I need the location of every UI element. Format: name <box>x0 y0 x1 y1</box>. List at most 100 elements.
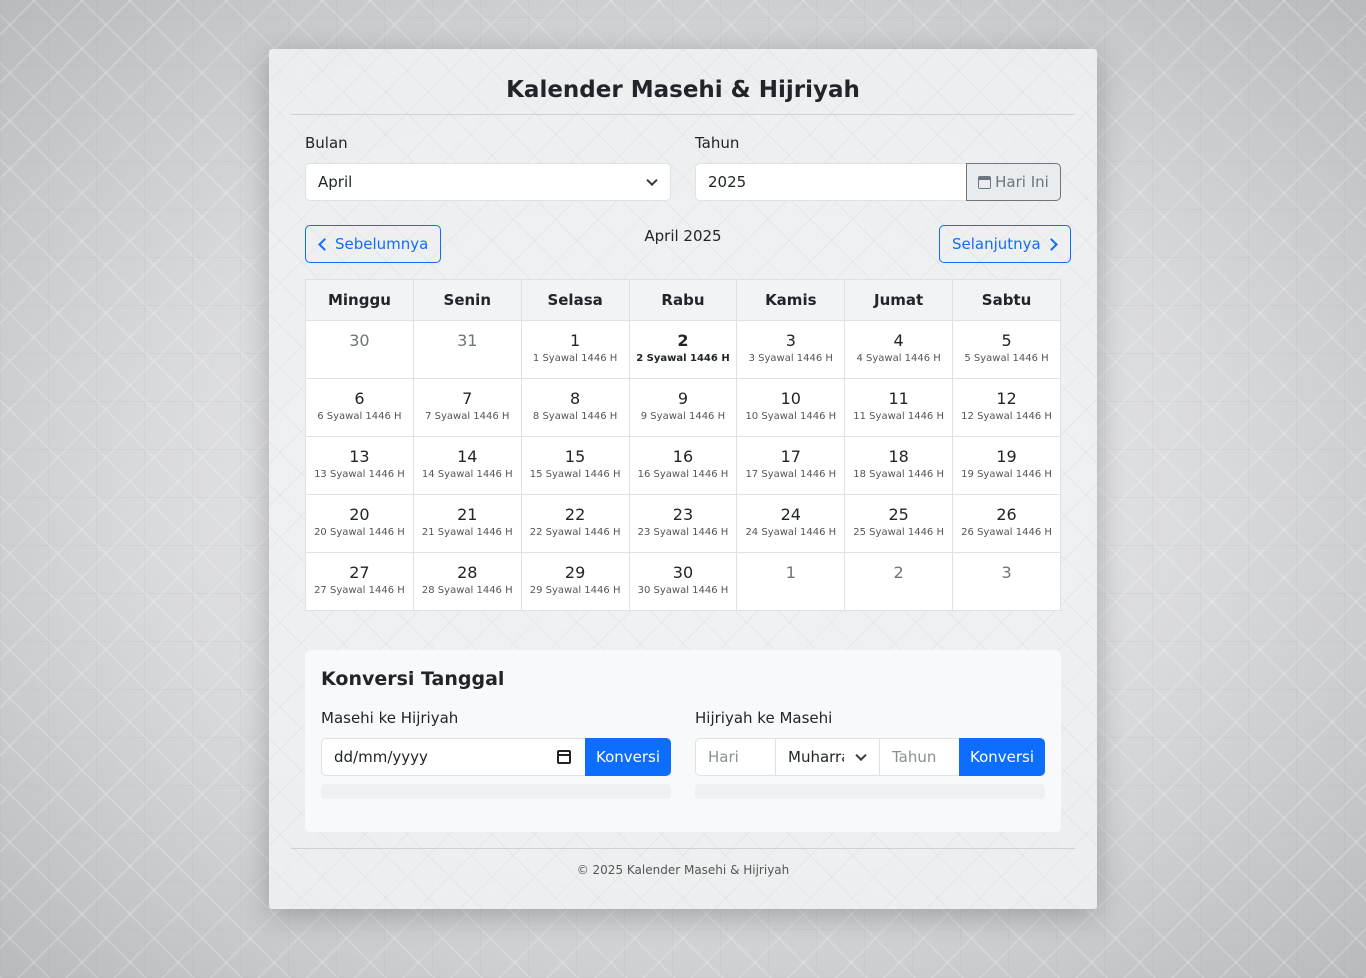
month-select-value: April <box>318 173 353 191</box>
m2h-date-placeholder: dd/mm/yyyy <box>334 748 428 766</box>
calendar-day-cell[interactable]: 16 16 Syawal 1446 H <box>628 436 738 495</box>
gregorian-day: 1 <box>785 563 796 582</box>
calendar-day-cell[interactable]: 4 4 Syawal 1446 H <box>844 320 954 379</box>
hijri-date: 14 Syawal 1446 H <box>421 469 513 480</box>
hijri-date: 2 Syawal 1446 H <box>636 353 730 364</box>
chevron-down-icon <box>855 749 867 762</box>
h2m-convert-button[interactable]: Konversi <box>959 738 1045 776</box>
today-button[interactable]: Hari Ini <box>966 163 1061 201</box>
calendar-day-cell[interactable]: 31 <box>412 320 522 379</box>
conversion-title: Konversi Tanggal <box>321 668 505 690</box>
hijri-date: 17 Syawal 1446 H <box>745 469 837 480</box>
gregorian-day: 20 <box>349 505 370 524</box>
gregorian-day: 15 <box>564 447 586 466</box>
calendar-day-cell[interactable]: 8 8 Syawal 1446 H <box>520 378 630 437</box>
hijri-date: 20 Syawal 1446 H <box>314 527 405 538</box>
gregorian-day: 17 <box>780 447 801 466</box>
gregorian-day: 3 <box>1001 563 1012 582</box>
h2m-month-select[interactable]: Muharram <box>775 738 880 776</box>
hijri-date: 27 Syawal 1446 H <box>314 585 405 596</box>
calendar-icon[interactable] <box>557 750 571 764</box>
weekday-header: Kamis <box>736 279 846 321</box>
calendar-icon <box>978 175 992 189</box>
calendar-day-cell[interactable]: 25 25 Syawal 1446 H <box>844 494 954 553</box>
h2m-year-input[interactable]: Tahun <box>879 738 960 776</box>
weekday-header: Sabtu <box>952 279 1061 321</box>
hijri-date: 29 Syawal 1446 H <box>529 585 621 596</box>
weekday-header-row: Minggu Senin Selasa Rabu Kamis Jumat Sab… <box>305 279 1061 321</box>
hijri-date: 10 Syawal 1446 H <box>745 411 837 422</box>
gregorian-day: 11 <box>888 389 909 408</box>
calendar-day-cell[interactable]: 7 7 Syawal 1446 H <box>412 378 522 437</box>
footer-text: © 2025 Kalender Masehi & Hijriyah <box>576 863 790 877</box>
h2m-month-value: Muharram <box>788 748 844 766</box>
gregorian-day: 12 <box>996 389 1017 408</box>
calendar-day-cell[interactable]: 15 15 Syawal 1446 H <box>520 436 630 495</box>
calendar-day-cell[interactable]: 27 27 Syawal 1446 H <box>305 552 414 611</box>
h2m-day-input[interactable]: Hari <box>695 738 776 776</box>
calendar-day-cell[interactable]: 1 1 Syawal 1446 H <box>520 320 630 379</box>
calendar-day-cell[interactable]: 28 28 Syawal 1446 H <box>412 552 522 611</box>
hijri-date: 28 Syawal 1446 H <box>421 585 513 596</box>
hijri-date: 16 Syawal 1446 H <box>637 469 729 480</box>
calendar-day-cell[interactable]: 14 14 Syawal 1446 H <box>412 436 522 495</box>
calendar-week-row: 6 6 Syawal 1446 H 7 7 Syawal 1446 H 8 8 Syawa… <box>305 378 1061 437</box>
m2h-date-input[interactable]: dd/mm/yyyy <box>321 738 586 776</box>
calendar-day-cell[interactable]: 26 26 Syawal 1446 H <box>952 494 1061 553</box>
calendar-card: Kalender Masehi & Hijriyah Bulan April T… <box>269 49 1097 909</box>
calendar-day-cell[interactable]: 19 19 Syawal 1446 H <box>952 436 1061 495</box>
conversion-panel: Konversi Tanggal Masehi ke Hijriyah dd/m… <box>305 650 1061 832</box>
hijri-date: 30 Syawal 1446 H <box>637 585 729 596</box>
next-month-button[interactable]: Selanjutnya <box>939 225 1071 263</box>
hijri-date: 12 Syawal 1446 H <box>961 411 1052 422</box>
calendar-day-cell[interactable]: 21 21 Syawal 1446 H <box>412 494 522 553</box>
weekday-header: Jumat <box>844 279 954 321</box>
h2m-label: Hijriyah ke Masehi <box>695 709 833 727</box>
calendar-day-cell[interactable]: 23 23 Syawal 1446 H <box>628 494 738 553</box>
calendar-day-cell[interactable]: 30 <box>305 320 414 379</box>
calendar-day-cell[interactable]: 22 22 Syawal 1446 H <box>520 494 630 553</box>
calendar-day-cell[interactable]: 29 29 Syawal 1446 H <box>520 552 630 611</box>
calendar-day-cell[interactable]: 6 6 Syawal 1446 H <box>305 378 414 437</box>
m2h-convert-button[interactable]: Konversi <box>585 738 671 776</box>
calendar-week-row: 20 20 Syawal 1446 H 21 21 Syawal 1446 H 22 22… <box>305 494 1061 553</box>
hijri-date: 25 Syawal 1446 H <box>853 527 944 538</box>
calendar-day-cell[interactable]: 10 10 Syawal 1446 H <box>736 378 846 437</box>
h2m-year-placeholder: Tahun <box>892 748 937 766</box>
calendar-day-cell[interactable]: 1 <box>736 552 846 611</box>
calendar-day-cell[interactable]: 3 <box>952 552 1061 611</box>
gregorian-day: 26 <box>996 505 1017 524</box>
calendar-day-cell[interactable]: 3 3 Syawal 1446 H <box>736 320 846 379</box>
gregorian-day: 27 <box>349 563 370 582</box>
hijri-date: 23 Syawal 1446 H <box>637 527 729 538</box>
year-input[interactable]: 2025 <box>695 163 967 201</box>
calendar-day-cell[interactable]: 11 11 Syawal 1446 H <box>844 378 954 437</box>
chevron-right-icon <box>1044 237 1058 251</box>
calendar-day-cell[interactable]: 24 24 Syawal 1446 H <box>736 494 846 553</box>
weekday-header: Selasa <box>520 279 630 321</box>
hijri-date: 3 Syawal 1446 H <box>748 353 833 364</box>
m2h-result <box>321 784 671 799</box>
month-select[interactable]: April <box>305 163 671 201</box>
hijri-date: 21 Syawal 1446 H <box>421 527 513 538</box>
calendar-day-cell[interactable]: 2 2 Syawal 1446 H <box>628 320 738 379</box>
calendar-day-cell[interactable]: 17 17 Syawal 1446 H <box>736 436 846 495</box>
calendar-day-cell[interactable]: 18 18 Syawal 1446 H <box>844 436 954 495</box>
hijri-date: 24 Syawal 1446 H <box>745 527 837 538</box>
hijri-date: 26 Syawal 1446 H <box>961 527 1052 538</box>
gregorian-day: 3 <box>785 331 796 350</box>
calendar-day-cell[interactable]: 2 <box>844 552 954 611</box>
hijri-date: 6 Syawal 1446 H <box>317 411 402 422</box>
gregorian-day: 19 <box>996 447 1017 466</box>
hijri-date: 11 Syawal 1446 H <box>853 411 944 422</box>
today-button-label: Hari Ini <box>995 173 1049 191</box>
calendar-day-cell[interactable]: 13 13 Syawal 1446 H <box>305 436 414 495</box>
calendar-day-cell[interactable]: 30 30 Syawal 1446 H <box>628 552 738 611</box>
gregorian-day: 13 <box>349 447 370 466</box>
calendar-day-cell[interactable]: 12 12 Syawal 1446 H <box>952 378 1061 437</box>
calendar-day-cell[interactable]: 5 5 Syawal 1446 H <box>952 320 1061 379</box>
calendar-day-cell[interactable]: 20 20 Syawal 1446 H <box>305 494 414 553</box>
gregorian-day: 21 <box>457 505 478 524</box>
calendar-day-cell[interactable]: 9 9 Syawal 1446 H <box>628 378 738 437</box>
gregorian-day: 4 <box>893 331 904 350</box>
